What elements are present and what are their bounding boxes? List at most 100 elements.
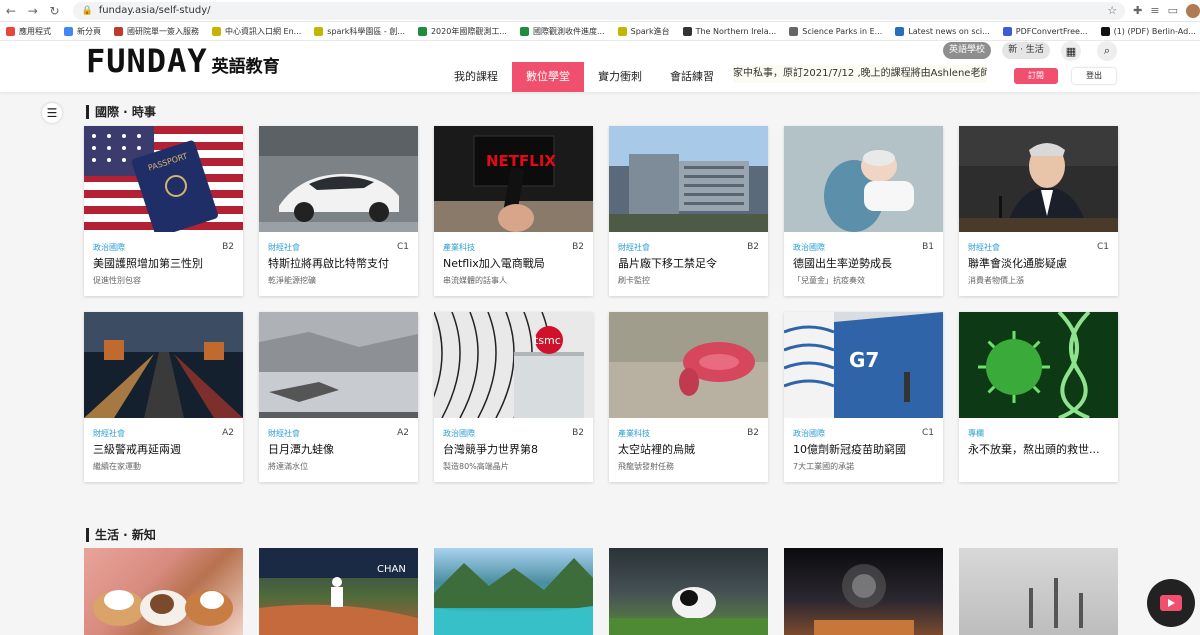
back-icon[interactable]: ← bbox=[0, 4, 22, 18]
bookmark-item[interactable]: Science Parks in E... bbox=[789, 26, 883, 36]
article-card[interactable]: 產業科技 B2 太空站裡的烏賊 飛龍號發射任務 bbox=[609, 312, 768, 482]
article-title[interactable]: 太空站裡的烏賊 bbox=[609, 439, 768, 457]
article-level: A2 bbox=[222, 428, 234, 438]
card-image-partial[interactable]: CHAN bbox=[259, 548, 418, 635]
calendar-icon[interactable]: ▦ bbox=[1061, 41, 1081, 61]
article-card[interactable]: 財經社會 A2 日月潭九蛙像 將達滿水位 bbox=[259, 312, 418, 482]
article-category[interactable]: 財經社會 bbox=[618, 242, 650, 253]
article-category[interactable]: 政治國際 bbox=[443, 428, 475, 439]
article-category[interactable]: 政治國際 bbox=[793, 242, 825, 253]
article-subtitle: 消費者物價上漲 bbox=[968, 276, 1024, 285]
url-text: funday.asia/self-study/ bbox=[98, 5, 211, 16]
article-title[interactable]: 美國護照增加第三性別 bbox=[84, 253, 243, 271]
bookmark-item[interactable]: spark科學園區 - 創... bbox=[314, 26, 405, 37]
bookmark-label: Science Parks in E... bbox=[802, 26, 883, 36]
article-title[interactable]: 德國出生率逆勢成長 bbox=[784, 253, 943, 271]
address-bar[interactable]: 🔒 funday.asia/self-study/ ☆ bbox=[73, 1, 1126, 20]
card-image-partial[interactable] bbox=[84, 548, 243, 635]
article-card[interactable]: 財經社會 C1 特斯拉將再啟比特幣支付 乾淨能源挖礦 bbox=[259, 126, 418, 296]
search-doc-icon[interactable]: ⌕ bbox=[1097, 41, 1117, 61]
article-card[interactable]: 財經社會 A2 三級警戒再延兩週繼續在家運動 bbox=[84, 312, 243, 482]
article-category[interactable]: 財經社會 bbox=[268, 428, 300, 439]
article-title[interactable]: Netflix加入電商戰局 bbox=[434, 253, 593, 271]
tools-image bbox=[1029, 578, 1083, 628]
article-title[interactable]: 日月潭九蛙像 bbox=[259, 439, 418, 457]
forward-icon[interactable]: → bbox=[22, 4, 44, 18]
article-title[interactable]: 10億劑新冠疫苗助窮國 bbox=[784, 439, 943, 457]
card-image-partial[interactable] bbox=[784, 548, 943, 635]
card-image-partial[interactable] bbox=[434, 548, 593, 635]
bookmark-icon bbox=[519, 26, 529, 36]
star-icon[interactable]: ☆ bbox=[1107, 4, 1117, 17]
article-subtitle: 繼續在家運動 bbox=[93, 462, 141, 471]
reading-list-icon[interactable]: ≡ bbox=[1150, 4, 1159, 17]
bookmark-item[interactable]: 新分頁 bbox=[64, 26, 101, 37]
article-card[interactable]: PASSPORT 政治國際 B2 美國護照增加第三性別 促進性別包容 bbox=[84, 126, 243, 296]
article-level: B2 bbox=[747, 242, 759, 252]
bookmark-icon bbox=[314, 26, 324, 36]
article-category[interactable]: 產業科技 bbox=[443, 242, 475, 253]
article-category[interactable]: 財經社會 bbox=[968, 242, 1000, 253]
subscribe-button[interactable]: 訂閱 bbox=[1014, 68, 1058, 84]
bookmark-icon bbox=[789, 26, 799, 36]
article-level: B2 bbox=[572, 428, 584, 438]
bookmark-label: Spark進台 bbox=[630, 26, 670, 36]
nav-my-courses[interactable]: 我的課程 bbox=[440, 62, 512, 92]
bookmark-item[interactable]: 中心資訊入口網 En... bbox=[212, 26, 301, 37]
article-title[interactable]: 台灣競爭力世界第8 bbox=[434, 439, 593, 457]
reload-icon[interactable]: ↻ bbox=[44, 4, 66, 18]
card-image-partial[interactable] bbox=[609, 548, 768, 635]
nav-sprint[interactable]: 實力衝刺 bbox=[584, 62, 656, 92]
article-category[interactable]: 專欄 bbox=[968, 428, 984, 439]
svg-text:G7: G7 bbox=[849, 348, 879, 372]
bookmark-item[interactable]: 2020年國際觀測工... bbox=[417, 26, 507, 37]
new-life-button[interactable]: 新 · 生活 bbox=[1002, 42, 1050, 59]
article-level: C1 bbox=[921, 428, 934, 438]
article-card[interactable]: 專欄 永不放棄，熬出頭的救世... bbox=[959, 310, 1118, 482]
svg-text:NETFLIX: NETFLIX bbox=[486, 152, 556, 170]
video-float-button[interactable] bbox=[1147, 579, 1195, 627]
article-title[interactable]: 聯準會淡化通膨疑慮 bbox=[959, 253, 1118, 271]
site-logo[interactable]: FUNDAY 英語教育 bbox=[86, 43, 280, 79]
nav-conversation[interactable]: 會話練習 bbox=[656, 62, 728, 92]
article-level: B1 bbox=[922, 242, 934, 252]
bookmark-item[interactable]: 國研院單一簽入服務 bbox=[114, 26, 199, 37]
card-image-partial[interactable] bbox=[959, 548, 1118, 635]
fireworks-image bbox=[814, 564, 914, 635]
article-category[interactable]: 產業科技 bbox=[618, 428, 650, 439]
bookmark-item[interactable]: Spark進台 bbox=[617, 26, 670, 37]
article-title[interactable]: 晶片廠下移工禁足令 bbox=[609, 253, 768, 271]
article-card[interactable]: 財經社會 B2 晶片廠下移工禁足令 刷卡監控 bbox=[609, 126, 768, 296]
article-category[interactable]: 政治國際 bbox=[93, 242, 125, 253]
logout-button[interactable]: 登出 bbox=[1072, 68, 1116, 84]
bookmark-item[interactable]: 應用程式 bbox=[6, 26, 51, 37]
article-title[interactable]: 三級警戒再延兩週 bbox=[84, 439, 243, 457]
article-category[interactable]: 政治國際 bbox=[793, 428, 825, 439]
logo-main: FUNDAY bbox=[86, 42, 208, 80]
article-thumbnail: PASSPORT bbox=[84, 126, 243, 238]
bookmark-item[interactable]: (1) (PDF) Berlin-Ad... bbox=[1100, 26, 1196, 36]
article-title[interactable]: 永不放棄，熬出頭的救世... bbox=[959, 439, 1118, 457]
svg-text:CHAN: CHAN bbox=[377, 564, 406, 575]
menu-icon[interactable]: ☰ bbox=[42, 103, 62, 123]
article-card[interactable]: NETFLIX 產業科技 B2 Netflix加入電商戰局 串流媒體的話事人 bbox=[434, 126, 593, 296]
article-card[interactable]: 政治國際 B1 德國出生率逆勢成長 「兒童金」抗疫奏效 bbox=[784, 126, 943, 296]
bookmark-icon bbox=[895, 26, 905, 36]
article-card[interactable]: tsmc 政治國際 B2 台灣競爭力世界第8 製造80%高端晶片 bbox=[423, 311, 593, 482]
sidebar-icon[interactable]: ▭ bbox=[1168, 4, 1178, 17]
bookmark-item[interactable]: 國際觀測收件進度... bbox=[519, 26, 605, 37]
bookmark-item[interactable]: PDFConvertFree... bbox=[1002, 26, 1088, 36]
profile-avatar[interactable] bbox=[1186, 3, 1200, 18]
nav-digital-school[interactable]: 數位學堂 bbox=[512, 62, 584, 92]
article-subtitle: 促進性別包容 bbox=[93, 276, 141, 285]
bookmark-item[interactable]: The Northern Irela... bbox=[682, 26, 776, 36]
article-category[interactable]: 財經社會 bbox=[93, 428, 125, 439]
extensions-icon[interactable]: ✚ bbox=[1133, 4, 1142, 17]
article-category[interactable]: 財經社會 bbox=[268, 242, 300, 253]
bookmark-item[interactable]: Latest news on sci... bbox=[895, 26, 990, 36]
article-title[interactable]: 特斯拉將再啟比特幣支付 bbox=[259, 253, 418, 271]
english-school-button[interactable]: 英語學校 bbox=[943, 42, 991, 59]
article-card[interactable]: 財經社會 C1 聯準會淡化通膨疑慮 消費者物價上漲 bbox=[959, 126, 1118, 296]
article-card[interactable]: G7 政治國際 C1 10億劑新冠疫苗助窮國 7大工業國的承諾 bbox=[783, 312, 943, 482]
bookmark-icon bbox=[417, 26, 427, 36]
